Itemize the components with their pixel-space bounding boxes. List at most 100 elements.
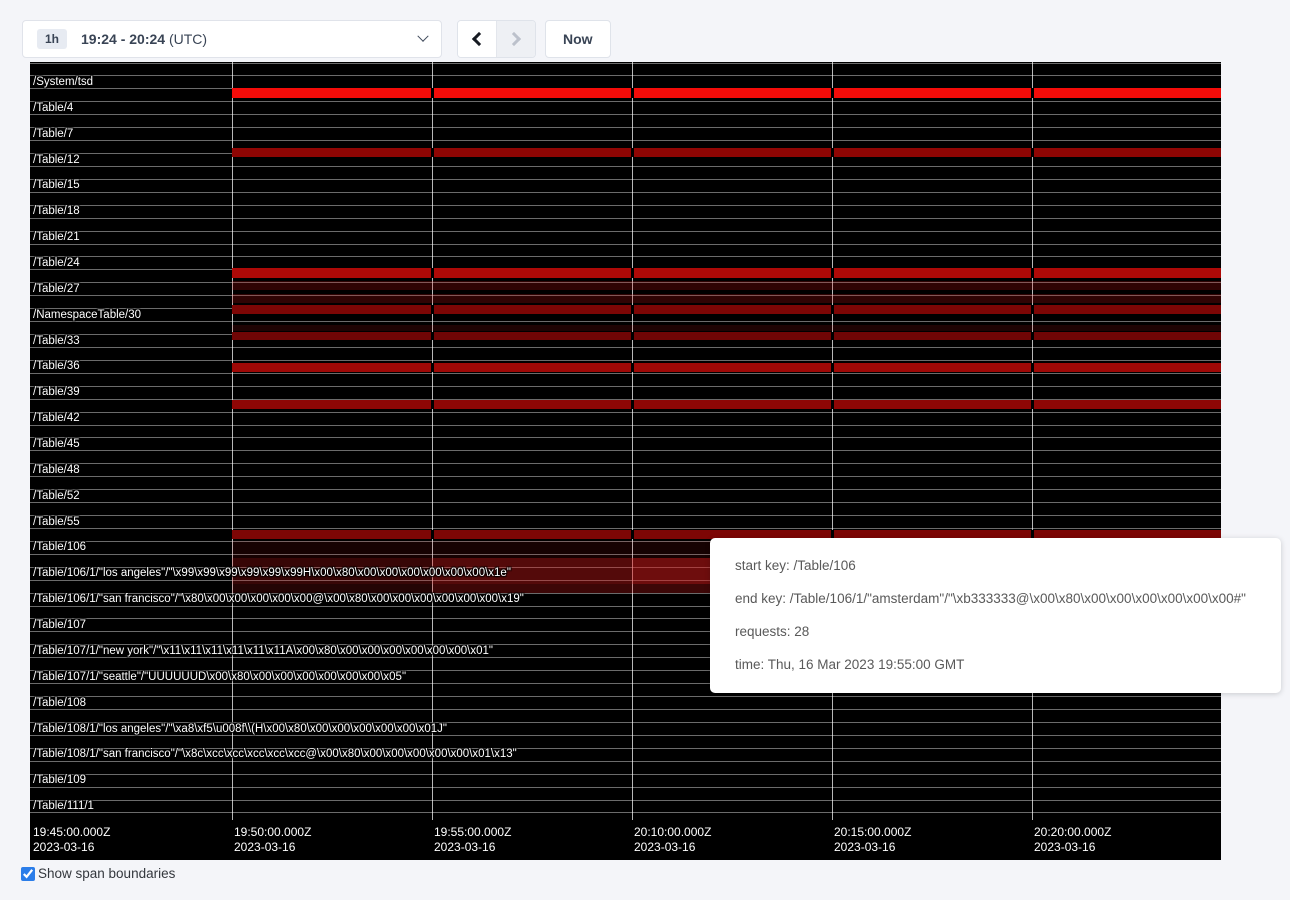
row-label: /Table/7 <box>33 128 73 140</box>
now-button[interactable]: Now <box>545 20 611 58</box>
row-label: /Table/15 <box>33 179 80 191</box>
chevron-down-icon <box>417 31 428 42</box>
span-boundary-line <box>30 489 1221 490</box>
chevron-right-icon <box>507 32 521 46</box>
span-boundary-line <box>30 321 1221 322</box>
x-axis-label: 19:50:00.000Z2023-03-16 <box>234 825 311 855</box>
x-axis-date: 2023-03-16 <box>834 840 911 855</box>
heat-band-gap <box>1031 400 1034 409</box>
heat-band <box>232 400 1221 409</box>
heat-band-gap <box>1031 148 1034 157</box>
span-boundary-line <box>30 140 1221 141</box>
row-label: /Table/4 <box>33 102 73 114</box>
heat-band-gap <box>431 305 434 314</box>
span-boundary-line <box>30 709 1221 710</box>
row-label: /Table/42 <box>33 412 80 424</box>
row-label: /Table/55 <box>33 516 80 528</box>
span-boundary-line <box>30 412 1221 413</box>
heat-band <box>232 148 1221 157</box>
x-axis-label: 20:10:00.000Z2023-03-16 <box>634 825 711 855</box>
chevron-left-icon <box>472 32 486 46</box>
heat-band-gap <box>431 530 434 539</box>
row-label: /Table/39 <box>33 386 80 398</box>
time-range-value: 19:24 - 20:24 <box>81 31 165 47</box>
column-boundary-line <box>832 62 833 820</box>
prev-time-button[interactable] <box>458 21 497 57</box>
x-axis-time: 20:10:00.000Z <box>634 825 711 840</box>
tooltip-line: requests: 28 <box>735 625 1256 639</box>
span-boundary-line <box>30 425 1221 426</box>
heat-band <box>232 584 432 593</box>
heat-band <box>232 325 1221 332</box>
tooltip-line: time: Thu, 16 Mar 2023 19:55:00 GMT <box>735 658 1256 672</box>
span-boundary-line <box>30 450 1221 451</box>
span-boundary-line <box>30 463 1221 464</box>
row-label: /Table/36 <box>33 360 80 372</box>
span-boundary-line <box>30 476 1221 477</box>
heat-band-gap <box>631 363 634 372</box>
heat-band <box>232 305 1221 314</box>
tooltip-line: start key: /Table/106 <box>735 559 1256 573</box>
x-axis-date: 2023-03-16 <box>434 840 511 855</box>
span-boundary-line <box>30 218 1221 219</box>
heat-band-gap <box>431 148 434 157</box>
column-boundary-line <box>1032 62 1033 820</box>
heat-band <box>232 268 1221 278</box>
heat-band <box>232 294 1221 303</box>
row-label: /System/tsd <box>33 76 93 88</box>
span-boundary-line <box>30 515 1221 516</box>
show-span-boundaries-checkbox[interactable] <box>21 867 35 881</box>
span-boundary-line <box>30 166 1221 167</box>
time-range-duration-badge: 1h <box>37 29 67 49</box>
span-boundary-line <box>30 75 1221 76</box>
span-boundary-line <box>30 528 1221 529</box>
row-label: /Table/111/1 <box>33 800 94 812</box>
heat-band-gap <box>831 363 834 372</box>
column-boundary-line <box>432 62 433 820</box>
x-axis-time: 20:20:00.000Z <box>1034 825 1111 840</box>
time-range-dropdown[interactable]: 1h 19:24 - 20:24 (UTC) <box>22 20 442 58</box>
row-label: /Table/106/1/"san francisco"/"\x80\x00\x… <box>33 593 524 605</box>
heat-band-gap <box>831 88 834 98</box>
heat-band <box>232 363 1221 372</box>
heat-band-gap <box>831 148 834 157</box>
time-range-timezone: (UTC) <box>165 31 207 47</box>
column-boundary-line <box>632 62 633 820</box>
heat-band-gap <box>831 332 834 340</box>
heat-band <box>232 88 1221 98</box>
heat-band-gap <box>631 148 634 157</box>
heatmap-canvas[interactable]: /System/tsd/Table/4/Table/7/Table/12/Tab… <box>30 62 1221 860</box>
x-axis-date: 2023-03-16 <box>634 840 711 855</box>
row-label: /Table/45 <box>33 438 80 450</box>
heat-band-gap <box>631 305 634 314</box>
row-label: /Table/107/1/"seattle"/"UUUUUUD\x00\x80\… <box>33 671 406 683</box>
heat-band-gap <box>631 88 634 98</box>
heat-band <box>232 332 1221 340</box>
row-label: /Table/108/1/"san francisco"/"\x8c\xcc\x… <box>33 748 517 760</box>
row-label: /Table/107/1/"new york"/"\x11\x11\x11\x1… <box>33 645 493 657</box>
span-boundary-line <box>30 231 1221 232</box>
x-axis-date: 2023-03-16 <box>1034 840 1111 855</box>
span-boundary-line <box>30 114 1221 115</box>
next-time-button[interactable] <box>497 21 535 57</box>
span-boundary-line <box>30 360 1221 361</box>
heat-band-gap <box>431 400 434 409</box>
span-boundary-line <box>30 101 1221 102</box>
span-boundary-line <box>30 502 1221 503</box>
row-label: /Table/33 <box>33 335 80 347</box>
row-label: /Table/109 <box>33 774 86 786</box>
heat-band-gap <box>1031 88 1034 98</box>
x-axis-label: 19:55:00.000Z2023-03-16 <box>434 825 511 855</box>
span-boundary-line <box>30 347 1221 348</box>
time-range-text: 19:24 - 20:24 (UTC) <box>81 31 207 47</box>
row-label: /Table/108 <box>33 697 86 709</box>
row-label: /Table/107 <box>33 619 86 631</box>
span-boundary-line <box>30 63 1221 64</box>
heat-band-gap <box>831 400 834 409</box>
row-label: /Table/48 <box>33 464 80 476</box>
heat-band-gap <box>431 268 434 278</box>
heat-band-gap <box>631 268 634 278</box>
key-visualizer-page: 1h 19:24 - 20:24 (UTC) Now /System/tsd/T… <box>0 0 1290 900</box>
heat-band-gap <box>1031 332 1034 340</box>
span-boundary-line <box>30 774 1221 775</box>
